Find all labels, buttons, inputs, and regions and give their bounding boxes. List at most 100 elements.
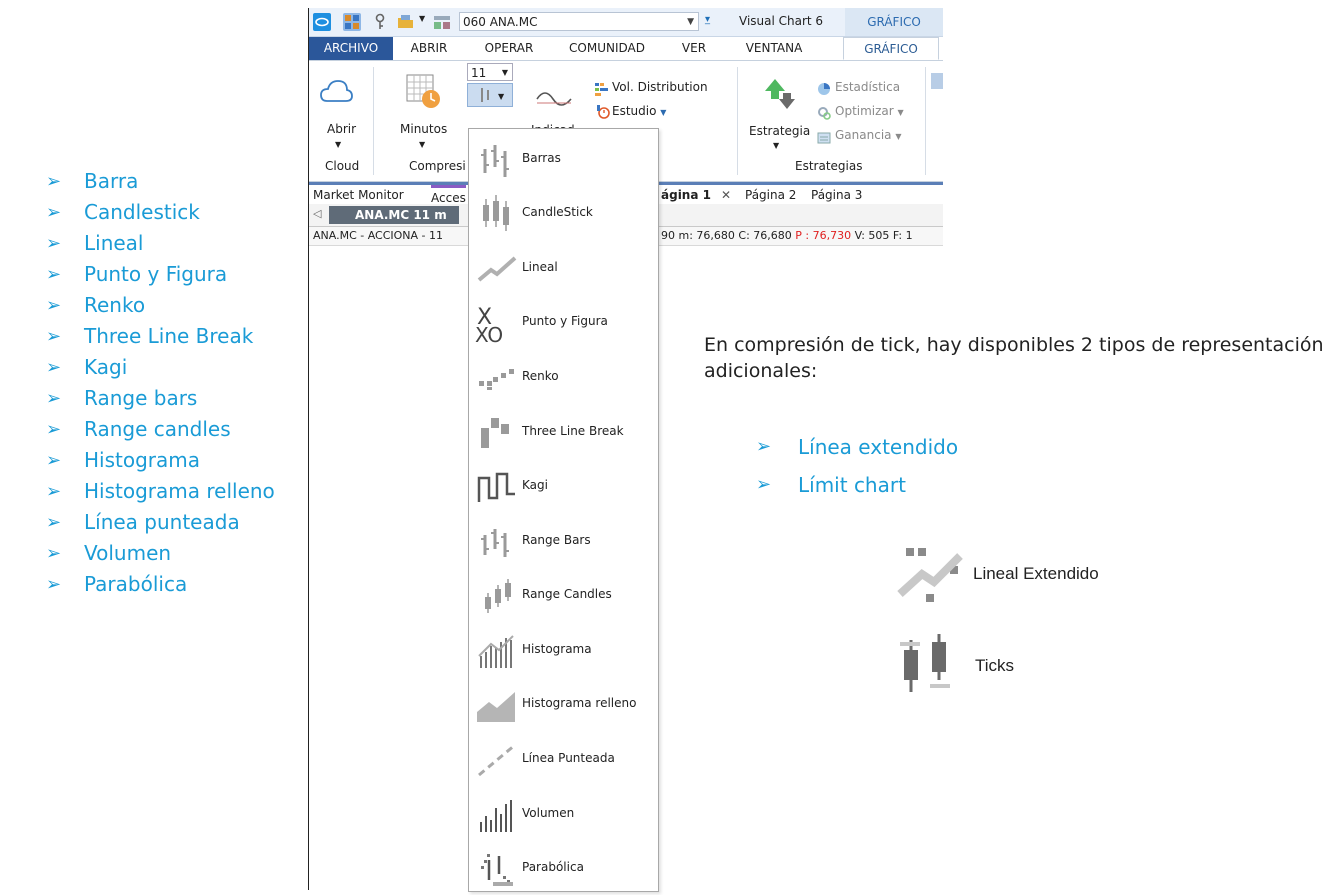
estrategia-button-label[interactable]: Estrategia xyxy=(749,124,810,138)
menu-item-barras[interactable]: Barras xyxy=(469,131,658,186)
menu-item-renko[interactable]: Renko xyxy=(469,349,658,404)
tab-operar[interactable]: OPERAR xyxy=(469,37,549,60)
tab-comunidad[interactable]: COMUNIDAD xyxy=(557,37,657,60)
sheet-tab-active[interactable]: ANA.MC 11 m xyxy=(329,206,459,224)
layout-icon[interactable] xyxy=(343,13,361,31)
kagi-icon xyxy=(477,472,515,502)
dropdown-arrow-icon[interactable]: ▼ xyxy=(419,14,425,23)
strategy-arrows-icon[interactable] xyxy=(761,73,801,113)
menu-item-histograma-relleno[interactable]: Histograma relleno xyxy=(469,676,658,731)
ribbon-tabs: ARCHIVO ABRIR OPERAR COMUNIDAD VER VENTA… xyxy=(309,37,943,61)
minutos-button-label[interactable]: Minutos xyxy=(400,122,447,136)
list-item: ➢ Three Line Break xyxy=(46,321,275,352)
left-chart-type-list: ➢ Barra ➢ Candlestick ➢ Lineal ➢ Punto y Fig… xyxy=(46,166,275,600)
arrow-bullet-icon: ➢ xyxy=(46,357,62,378)
menu-item-punto-y-figura[interactable]: X XO Punto y Figura xyxy=(469,294,658,349)
group-label-cloud: Cloud xyxy=(325,159,360,173)
arrow-bullet-icon: ➢ xyxy=(46,574,62,595)
app-logo-icon[interactable] xyxy=(313,13,331,31)
more-tools-icon[interactable] xyxy=(931,73,943,89)
three-line-break-icon xyxy=(481,418,509,448)
estudio-button[interactable]: Estudio ▼ xyxy=(612,104,666,118)
list-item: ➢ Kagi xyxy=(46,352,275,383)
svg-text:▼: ▼ xyxy=(498,92,505,101)
tab-ventana[interactable]: VENTANA xyxy=(729,37,819,60)
list-item: ➢ Límit chart xyxy=(756,466,958,504)
menu-item-three-line-break[interactable]: Three Line Break xyxy=(469,404,658,459)
close-icon[interactable]: ✕ xyxy=(721,188,731,202)
menu-item-volumen[interactable]: Volumen xyxy=(469,786,658,841)
calendar-clock-icon[interactable] xyxy=(405,73,441,109)
chevron-down-icon[interactable]: ▼ xyxy=(419,140,425,149)
optimize-gear-icon[interactable] xyxy=(817,105,831,120)
menu-item-candlestick[interactable]: CandleStick xyxy=(469,185,658,240)
profit-icon[interactable] xyxy=(817,129,831,144)
pie-chart-icon[interactable] xyxy=(817,81,831,95)
menu-item-parabolica[interactable]: Parabólica xyxy=(469,840,658,895)
dotted-line-icon xyxy=(478,743,516,777)
chevron-down-icon[interactable]: ▼ xyxy=(895,132,901,141)
abrir-button-label[interactable]: Abrir xyxy=(327,122,356,136)
scroll-left-icon[interactable]: ◁ xyxy=(313,207,321,220)
group-separator xyxy=(373,67,374,175)
menu-item-histograma[interactable]: Histograma xyxy=(469,622,658,677)
additional-types-list: ➢ Línea extendido ➢ Límit chart xyxy=(756,428,958,504)
panel-market-monitor[interactable]: Market Monitor xyxy=(313,188,404,202)
workspace-icon[interactable] xyxy=(433,13,451,31)
menu-item-linea-punteada[interactable]: Línea Punteada xyxy=(469,731,658,786)
volume-icon xyxy=(480,800,512,832)
tab-ver[interactable]: VER xyxy=(669,37,719,60)
tab-archivo[interactable]: ARCHIVO xyxy=(309,37,393,60)
estadistica-button[interactable]: Estadística xyxy=(835,80,900,94)
filled-histogram-icon xyxy=(477,692,515,722)
chevron-down-icon[interactable]: ▼ xyxy=(687,13,694,32)
tab-grafico[interactable]: GRÁFICO xyxy=(843,37,939,60)
arrow-bullet-icon: ➢ xyxy=(46,295,62,316)
group-label-estrategias: Estrategias xyxy=(795,159,863,173)
indicator-wave-icon[interactable] xyxy=(533,83,577,113)
compression-value-select[interactable]: 11 ▼ xyxy=(467,63,513,81)
list-item: ➢ Barra xyxy=(46,166,275,197)
arrow-bullet-icon: ➢ xyxy=(46,450,62,471)
context-tab-grafico[interactable]: GRÁFICO xyxy=(845,8,943,36)
tab-pagina-3[interactable]: Página 3 xyxy=(811,188,862,202)
tab-pagina-1[interactable]: ágina 1 xyxy=(661,188,711,202)
chevron-down-icon[interactable]: ▼ xyxy=(335,140,341,149)
cloud-icon[interactable] xyxy=(319,77,353,105)
symbol-input[interactable]: 060 ANA.MC ▼ xyxy=(459,12,699,31)
optimizar-button[interactable]: Optimizar ▼ xyxy=(835,104,904,118)
arrow-bullet-icon: ➢ xyxy=(46,543,62,564)
candlestick-icon xyxy=(483,195,509,231)
ticks-icon xyxy=(900,634,950,692)
list-item: ➢ Range bars xyxy=(46,383,275,414)
vol-distribution-icon[interactable] xyxy=(595,81,609,96)
chevron-down-icon[interactable]: ▼ xyxy=(502,64,508,82)
chevron-down-icon[interactable]: ▼ xyxy=(660,108,666,117)
renko-icon xyxy=(479,369,514,390)
svg-text:XO: XO xyxy=(475,323,503,344)
menu-item-range-candles[interactable]: Range Candles xyxy=(469,567,658,622)
window-title: Visual Chart 6 xyxy=(739,14,824,28)
arrow-bullet-icon: ➢ xyxy=(756,474,772,495)
vol-distribution-button[interactable]: Vol. Distribution xyxy=(612,80,708,94)
group-separator xyxy=(925,67,926,175)
key-icon[interactable] xyxy=(371,13,389,31)
panel-acces[interactable]: Acces xyxy=(431,185,466,205)
menu-item-lineal[interactable]: Lineal xyxy=(469,240,658,295)
menu-item-kagi[interactable]: Kagi xyxy=(469,458,658,513)
group-separator xyxy=(737,67,738,175)
list-item: ➢ Lineal xyxy=(46,228,275,259)
tab-pagina-2[interactable]: Página 2 xyxy=(745,188,796,202)
bar-chart-icon xyxy=(481,145,509,177)
open-folder-icon[interactable] xyxy=(397,13,415,31)
menu-item-range-bars[interactable]: Range Bars xyxy=(469,513,658,568)
chevron-down-icon[interactable]: ▼ xyxy=(898,108,904,117)
tab-abrir[interactable]: ABRIR xyxy=(399,37,459,60)
customize-toolbar-icon[interactable]: ▾̲ xyxy=(705,14,710,25)
arrow-bullet-icon: ➢ xyxy=(46,388,62,409)
chart-type-button[interactable]: ▼ xyxy=(467,83,513,107)
estudio-icon[interactable] xyxy=(597,104,611,119)
ganancia-button[interactable]: Ganancia ▼ xyxy=(835,128,902,142)
list-item: ➢ Range candles xyxy=(46,414,275,445)
chevron-down-icon[interactable]: ▼ xyxy=(773,141,779,150)
